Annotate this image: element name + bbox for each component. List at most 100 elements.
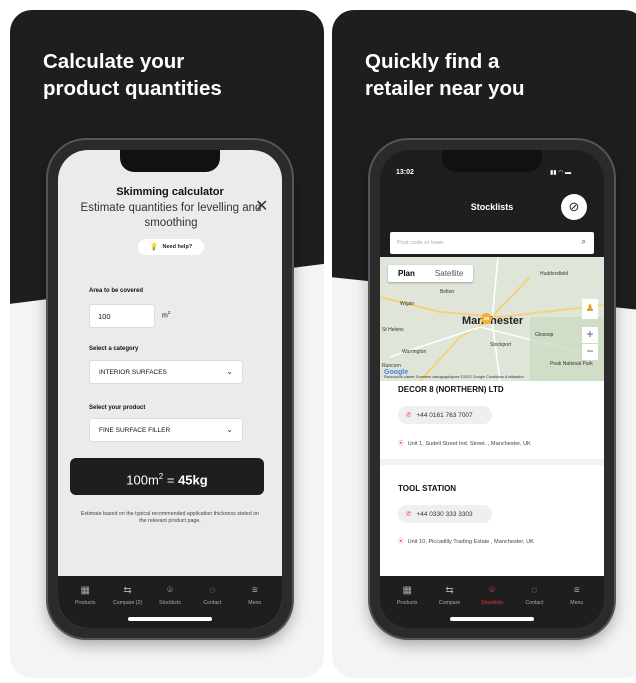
tab-label: Menu bbox=[570, 600, 584, 606]
estimate-note: Estimate based on the typical recommende… bbox=[80, 511, 260, 524]
tab-label: Products bbox=[396, 600, 418, 606]
tab-compare[interactable]: ⇆ Compare bbox=[430, 584, 470, 628]
map-cluster-marker[interactable]: 26 bbox=[481, 313, 492, 324]
app-store-preview: Calculate your product quantities Skimmi… bbox=[0, 0, 636, 683]
map-label: Peak National Park bbox=[550, 361, 593, 367]
map-label: Bolton bbox=[440, 289, 455, 295]
calculator-title: Skimming calculator bbox=[116, 186, 224, 198]
product-label: Select your product bbox=[89, 405, 146, 411]
map-tab-plan[interactable]: Plan bbox=[388, 265, 425, 282]
store-address[interactable]: ⦿ Unit 1, Sudell Street Ind. Street. , Ma… bbox=[398, 439, 531, 447]
lightbulb-icon: 💡 bbox=[149, 244, 159, 251]
tab-label: Compare bbox=[438, 600, 461, 606]
map-label: Wigan bbox=[400, 301, 415, 307]
tab-products[interactable]: ▦ Products bbox=[387, 584, 427, 628]
phone-notch bbox=[120, 150, 220, 172]
store-phone: +44 0161 763 7007 bbox=[416, 412, 473, 419]
calculator-subtitle: Estimate quantities for levelling and sm… bbox=[80, 202, 262, 229]
map-attribution: Raccourcis clavier Données cartographiqu… bbox=[384, 375, 524, 379]
map-label: Stockport bbox=[490, 342, 512, 348]
search-input[interactable]: Post code or town ⌕ bbox=[390, 232, 594, 254]
search-icon[interactable]: ⌕ bbox=[582, 237, 586, 247]
calculator-headline: Calculate your product quantities bbox=[43, 50, 222, 100]
category-label: Select a category bbox=[89, 346, 139, 352]
pin-icon: ⌾ bbox=[488, 585, 495, 596]
pin-icon: ⦿ bbox=[398, 441, 404, 447]
phone-frame: Skimming calculator Estimate quantities … bbox=[48, 140, 292, 638]
chevron-down-icon: ⌄ bbox=[226, 425, 233, 434]
area-unit: m2 bbox=[162, 310, 170, 319]
tab-products[interactable]: ▦ Products bbox=[65, 584, 105, 628]
phone-icon: ✆ bbox=[406, 511, 412, 518]
home-indicator bbox=[128, 617, 212, 621]
divider bbox=[380, 459, 604, 465]
store-address-text: Unit 1, Sudell Street Ind. Street. , Man… bbox=[407, 441, 531, 447]
store-phone-button[interactable]: ✆ +44 0330 333 3303 bbox=[398, 505, 492, 523]
store-phone-button[interactable]: ✆ +44 0161 763 7007 bbox=[398, 406, 492, 424]
tab-label: Contact bbox=[525, 600, 544, 606]
tab-stocklists[interactable]: ⌾ Stocklists bbox=[150, 584, 190, 628]
chevron-down-icon: ⌄ bbox=[226, 367, 233, 376]
tab-menu[interactable]: ≡ Menu bbox=[235, 584, 275, 628]
pin-icon: ⌾ bbox=[166, 585, 173, 596]
tab-menu[interactable]: ≡ Menu bbox=[557, 584, 597, 628]
tab-label: Stocklists bbox=[481, 600, 503, 606]
tab-label: Stocklists bbox=[159, 600, 181, 606]
grid-icon: ▦ bbox=[80, 585, 90, 596]
category-select[interactable]: INTERIOR SURFACES ⌄ bbox=[89, 360, 243, 384]
pin-icon: ⦿ bbox=[398, 539, 404, 545]
tab-stocklists[interactable]: ⌾ Stocklists bbox=[472, 584, 512, 628]
tab-label: Products bbox=[74, 600, 96, 606]
zoom-out-button[interactable]: − bbox=[582, 344, 598, 360]
area-label: Area to be covered bbox=[89, 288, 144, 294]
result-equals: = bbox=[163, 472, 179, 488]
map-type-tabs: Plan Satellite bbox=[388, 265, 474, 282]
map-tab-satellite[interactable]: Satellite bbox=[425, 265, 473, 282]
calculator-panel: Calculate your product quantities Skimmi… bbox=[10, 10, 324, 678]
area-input[interactable]: 100 bbox=[89, 304, 155, 328]
tab-label: Compare (2) bbox=[113, 600, 143, 606]
store-address-text: Unit 10, Piccadilly Trading Estate , Man… bbox=[407, 539, 534, 545]
map-label: St Helens bbox=[382, 327, 404, 333]
need-help-label: Need help? bbox=[162, 244, 193, 250]
phone-notch bbox=[442, 150, 542, 172]
status-time: 13:02 bbox=[396, 169, 414, 176]
stockist-list: DECOR 8 (NORTHERN) LTD ✆ +44 0161 763 700… bbox=[380, 381, 604, 576]
map-label: Warrington bbox=[402, 349, 427, 355]
store-name: DECOR 8 (NORTHERN) LTD bbox=[398, 385, 504, 394]
tab-label: Contact bbox=[203, 600, 222, 606]
grid-icon: ▦ bbox=[402, 585, 412, 596]
store-address[interactable]: ⦿ Unit 10, Piccadilly Trading Estate , Ma… bbox=[398, 537, 534, 545]
product-select[interactable]: FINE SURFACE FILLER ⌄ bbox=[89, 418, 243, 442]
chat-icon: ◌ bbox=[209, 585, 216, 596]
tab-contact[interactable]: ◌ Contact bbox=[192, 584, 232, 628]
menu-icon: ≡ bbox=[573, 585, 580, 596]
search-logo-icon[interactable]: ⊘ bbox=[561, 194, 587, 220]
area-unit-power: 2 bbox=[167, 310, 171, 315]
need-help-button[interactable]: 💡 Need help? bbox=[138, 239, 204, 255]
map-view[interactable]: Plan Satellite Bolton Wigan St Helens Wa… bbox=[380, 257, 604, 381]
tab-contact[interactable]: ◌ Contact bbox=[514, 584, 554, 628]
result-box: 100m2 = 45kg bbox=[70, 458, 264, 495]
result-weight: 45kg bbox=[178, 472, 208, 488]
stocklist-headline: Quickly find a retailer near you bbox=[365, 50, 525, 100]
zoom-in-button[interactable]: + bbox=[582, 327, 598, 343]
result-quantity: 100m bbox=[126, 472, 159, 488]
search-placeholder: Post code or town bbox=[397, 240, 444, 246]
street-view-icon[interactable]: ♟ bbox=[582, 299, 598, 319]
stocklist-screen: 13:02 ▮▮ ◠ ▬ Stocklists ⊘ Post code or t… bbox=[380, 150, 604, 628]
category-value: INTERIOR SURFACES bbox=[99, 369, 167, 376]
status-icons: ▮▮ ◠ ▬ bbox=[550, 170, 572, 176]
close-icon[interactable]: ✕ bbox=[255, 196, 268, 216]
tab-compare[interactable]: ⇆ Compare (2) bbox=[108, 584, 148, 628]
tab-label: Menu bbox=[248, 600, 262, 606]
map-label: Glossop bbox=[535, 332, 554, 338]
compare-icon: ⇆ bbox=[445, 585, 454, 596]
phone-frame: 13:02 ▮▮ ◠ ▬ Stocklists ⊘ Post code or t… bbox=[370, 140, 614, 638]
store-phone: +44 0330 333 3303 bbox=[416, 511, 473, 518]
map-city-label: Manchester bbox=[462, 315, 524, 327]
map-label: Huddersfield bbox=[540, 271, 569, 277]
phone-icon: ✆ bbox=[406, 412, 412, 419]
menu-icon: ≡ bbox=[251, 585, 258, 596]
product-value: FINE SURFACE FILLER bbox=[99, 427, 171, 434]
